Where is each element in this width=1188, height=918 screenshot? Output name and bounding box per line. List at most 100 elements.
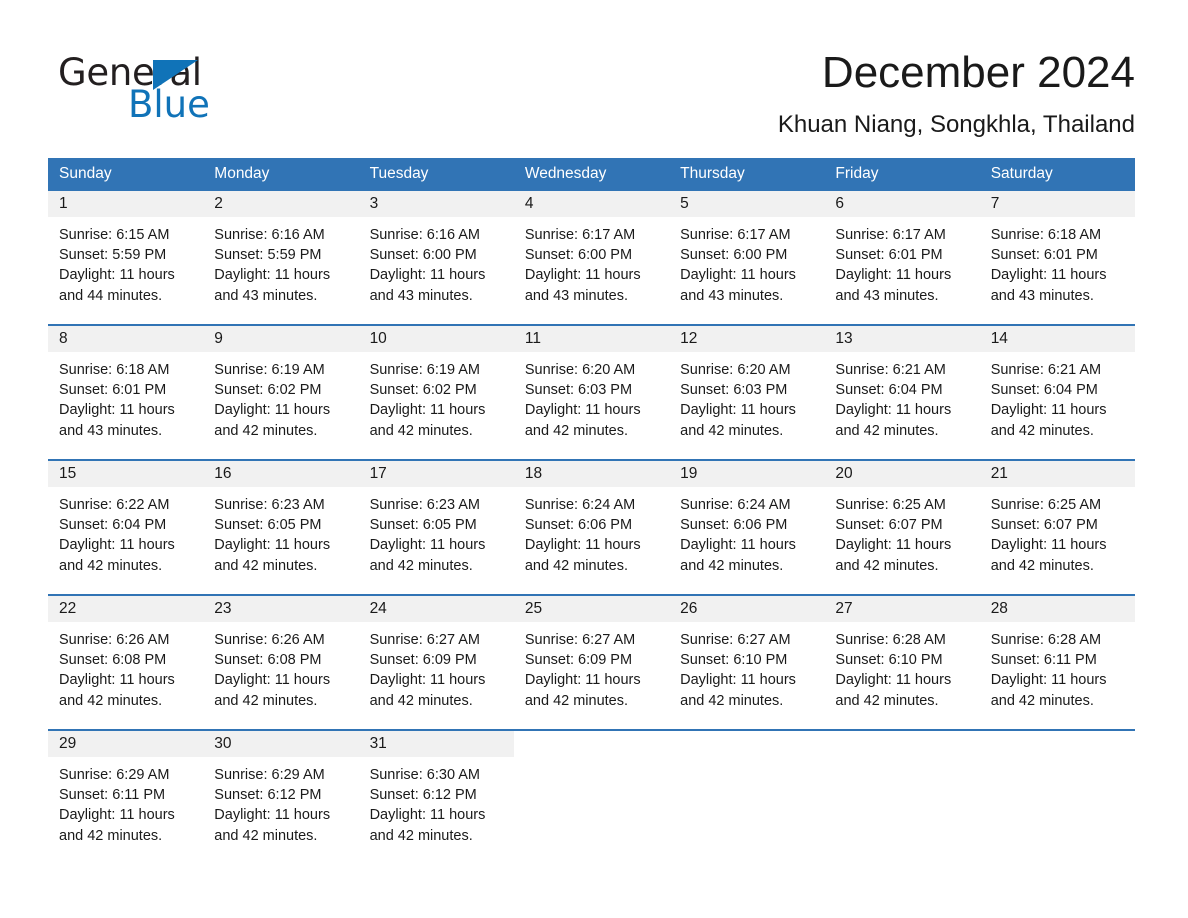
calendar-day-cell[interactable]: 23 Sunrise: 6:26 AM Sunset: 6:08 PM Dayl… xyxy=(203,596,359,729)
calendar-day-cell[interactable]: 27 Sunrise: 6:28 AM Sunset: 6:10 PM Dayl… xyxy=(824,596,980,729)
day-number: 16 xyxy=(203,461,359,487)
day-number: 20 xyxy=(824,461,980,487)
calendar-day-cell[interactable]: 15 Sunrise: 6:22 AM Sunset: 6:04 PM Dayl… xyxy=(48,461,204,594)
calendar-week-row: 1 Sunrise: 6:15 AM Sunset: 5:59 PM Dayli… xyxy=(48,189,1135,324)
logo-text-blue: Blue xyxy=(128,83,210,126)
calendar-day-cell[interactable]: 9 Sunrise: 6:19 AM Sunset: 6:02 PM Dayli… xyxy=(203,326,359,459)
daylight-text-line2: and 42 minutes. xyxy=(369,422,473,439)
sunrise-text: Sunrise: 6:24 AM xyxy=(680,497,791,513)
day-number: 5 xyxy=(669,191,825,217)
sunset-text: Sunset: 6:00 PM xyxy=(680,247,788,264)
weekday-header-row: Sunday Monday Tuesday Wednesday Thursday… xyxy=(48,158,1135,189)
day-details: Sunrise: 6:21 AM Sunset: 6:04 PM Dayligh… xyxy=(824,352,979,441)
calendar-day-cell[interactable]: 2 Sunrise: 6:16 AM Sunset: 5:59 PM Dayli… xyxy=(203,191,359,324)
daylight-text-line2: and 42 minutes. xyxy=(990,692,1094,709)
calendar-day-cell[interactable]: 4 Sunrise: 6:17 AM Sunset: 6:00 PM Dayli… xyxy=(513,191,670,324)
day-details: Sunrise: 6:15 AM Sunset: 5:59 PM Dayligh… xyxy=(48,217,203,306)
sunset-text: Sunset: 6:08 PM xyxy=(59,652,167,669)
day-details: Sunrise: 6:24 AM Sunset: 6:06 PM Dayligh… xyxy=(514,487,669,576)
sunset-text: Sunset: 5:59 PM xyxy=(59,247,167,264)
sunset-text: Sunset: 6:10 PM xyxy=(680,652,788,669)
sunset-text: Sunset: 6:01 PM xyxy=(990,247,1098,264)
sunset-text: Sunset: 6:12 PM xyxy=(369,787,477,804)
sunrise-text: Sunrise: 6:18 AM xyxy=(59,362,170,378)
day-details: Sunrise: 6:16 AM Sunset: 5:59 PM Dayligh… xyxy=(203,217,358,306)
weekday-header-monday: Monday xyxy=(214,165,270,182)
calendar-day-cell[interactable]: 31 Sunrise: 6:30 AM Sunset: 6:12 PM Dayl… xyxy=(358,731,514,864)
calendar-day-cell[interactable]: 3 Sunrise: 6:16 AM Sunset: 6:00 PM Dayli… xyxy=(358,191,514,324)
calendar-day-cell[interactable]: 19 Sunrise: 6:24 AM Sunset: 6:06 PM Dayl… xyxy=(669,461,825,594)
calendar-day-cell[interactable]: 22 Sunrise: 6:26 AM Sunset: 6:08 PM Dayl… xyxy=(48,596,204,729)
calendar-day-cell[interactable]: 26 Sunrise: 6:27 AM Sunset: 6:10 PM Dayl… xyxy=(669,596,825,729)
daylight-text-line2: and 42 minutes. xyxy=(524,422,629,439)
calendar-day-cell[interactable]: 5 Sunrise: 6:17 AM Sunset: 6:00 PM Dayli… xyxy=(669,191,825,324)
daylight-text-line1: Daylight: 11 hours xyxy=(835,537,952,554)
calendar-day-cell[interactable]: 7 Sunrise: 6:18 AM Sunset: 6:01 PM Dayli… xyxy=(979,191,1135,324)
daylight-text-line2: and 42 minutes. xyxy=(59,557,163,574)
sunset-text: Sunset: 6:07 PM xyxy=(835,517,943,534)
calendar-day-cell[interactable]: 11 Sunrise: 6:20 AM Sunset: 6:03 PM Dayl… xyxy=(513,326,670,459)
calendar-day-cell[interactable]: 10 Sunrise: 6:19 AM Sunset: 6:02 PM Dayl… xyxy=(358,326,514,459)
day-number: 1 xyxy=(48,191,204,217)
day-number: 29 xyxy=(48,731,204,757)
calendar-day-cell[interactable]: 29 Sunrise: 6:29 AM Sunset: 6:11 PM Dayl… xyxy=(48,731,204,864)
sunrise-text: Sunrise: 6:28 AM xyxy=(990,632,1102,648)
sunset-text: Sunset: 6:00 PM xyxy=(524,247,633,264)
calendar-day-cell[interactable]: 18 Sunrise: 6:24 AM Sunset: 6:06 PM Dayl… xyxy=(513,461,670,594)
sunrise-text: Sunrise: 6:26 AM xyxy=(59,632,170,648)
calendar-day-cell[interactable]: 24 Sunrise: 6:27 AM Sunset: 6:09 PM Dayl… xyxy=(358,596,514,729)
day-number: 8 xyxy=(48,326,204,352)
weekday-header-friday: Friday xyxy=(835,165,879,182)
day-details: Sunrise: 6:30 AM Sunset: 6:12 PM Dayligh… xyxy=(359,757,514,846)
daylight-text-line2: and 42 minutes. xyxy=(990,422,1094,439)
daylight-text-line2: and 42 minutes. xyxy=(59,827,163,844)
calendar-day-cell[interactable]: 1 Sunrise: 6:15 AM Sunset: 5:59 PM Dayli… xyxy=(48,191,204,324)
calendar-week-row: 29 Sunrise: 6:29 AM Sunset: 6:11 PM Dayl… xyxy=(48,729,1135,864)
sunset-text: Sunset: 6:04 PM xyxy=(59,517,167,534)
calendar-week-row: 15 Sunrise: 6:22 AM Sunset: 6:04 PM Dayl… xyxy=(48,459,1135,594)
daylight-text-line1: Daylight: 11 hours xyxy=(59,267,175,284)
daylight-text-line2: and 42 minutes. xyxy=(680,557,784,574)
calendar-day-cell[interactable]: 14 Sunrise: 6:21 AM Sunset: 6:04 PM Dayl… xyxy=(979,326,1135,459)
calendar-day-cell[interactable]: 6 Sunrise: 6:17 AM Sunset: 6:01 PM Dayli… xyxy=(824,191,980,324)
sunrise-text: Sunrise: 6:21 AM xyxy=(990,362,1102,378)
calendar-day-cell[interactable]: 16 Sunrise: 6:23 AM Sunset: 6:05 PM Dayl… xyxy=(203,461,359,594)
sunrise-text: Sunrise: 6:27 AM xyxy=(680,632,791,648)
daylight-text-line2: and 42 minutes. xyxy=(835,422,939,439)
day-details: Sunrise: 6:26 AM Sunset: 6:08 PM Dayligh… xyxy=(48,622,203,711)
day-number: 7 xyxy=(979,191,1135,217)
daylight-text-line2: and 42 minutes. xyxy=(369,557,473,574)
day-number: 22 xyxy=(48,596,204,622)
day-number: 19 xyxy=(669,461,825,487)
sunrise-text: Sunrise: 6:27 AM xyxy=(524,632,636,648)
calendar-day-cell[interactable]: 12 Sunrise: 6:20 AM Sunset: 6:03 PM Dayl… xyxy=(669,326,825,459)
calendar-day-cell[interactable]: 13 Sunrise: 6:21 AM Sunset: 6:04 PM Dayl… xyxy=(824,326,980,459)
day-details: Sunrise: 6:26 AM Sunset: 6:08 PM Dayligh… xyxy=(203,622,358,711)
sunrise-text: Sunrise: 6:23 AM xyxy=(369,497,480,513)
daylight-text-line2: and 42 minutes. xyxy=(680,422,784,439)
calendar-day-cell[interactable]: 8 Sunrise: 6:18 AM Sunset: 6:01 PM Dayli… xyxy=(48,326,204,459)
calendar-day-cell[interactable]: 20 Sunrise: 6:25 AM Sunset: 6:07 PM Dayl… xyxy=(824,461,980,594)
calendar-day-cell[interactable]: 25 Sunrise: 6:27 AM Sunset: 6:09 PM Dayl… xyxy=(513,596,670,729)
daylight-text-line1: Daylight: 11 hours xyxy=(680,672,796,689)
daylight-text-line2: and 43 minutes. xyxy=(680,287,784,304)
sunset-text: Sunset: 6:06 PM xyxy=(524,517,633,534)
day-number: 15 xyxy=(48,461,204,487)
calendar-day-cell[interactable]: 28 Sunrise: 6:28 AM Sunset: 6:11 PM Dayl… xyxy=(979,596,1135,729)
day-number: 25 xyxy=(513,596,670,622)
calendar-day-cell[interactable]: 17 Sunrise: 6:23 AM Sunset: 6:05 PM Dayl… xyxy=(358,461,514,594)
sunset-text: Sunset: 6:11 PM xyxy=(59,787,166,804)
sunset-text: Sunset: 6:05 PM xyxy=(369,517,477,534)
sunrise-text: Sunrise: 6:17 AM xyxy=(524,227,636,243)
sunrise-text: Sunrise: 6:24 AM xyxy=(524,497,636,513)
day-number: 13 xyxy=(824,326,980,352)
sunset-text: Sunset: 6:04 PM xyxy=(835,382,943,399)
day-number xyxy=(513,731,670,757)
day-number: 17 xyxy=(358,461,514,487)
calendar-day-cell[interactable]: 21 Sunrise: 6:25 AM Sunset: 6:07 PM Dayl… xyxy=(979,461,1135,594)
calendar-day-cell[interactable]: 30 Sunrise: 6:29 AM Sunset: 6:12 PM Dayl… xyxy=(203,731,359,864)
sunrise-text: Sunrise: 6:26 AM xyxy=(214,632,325,648)
page-subtitle: Khuan Niang, Songkhla, Thailand xyxy=(777,111,1135,138)
sunrise-text: Sunrise: 6:28 AM xyxy=(835,632,946,648)
sunrise-text: Sunrise: 6:19 AM xyxy=(369,362,480,378)
